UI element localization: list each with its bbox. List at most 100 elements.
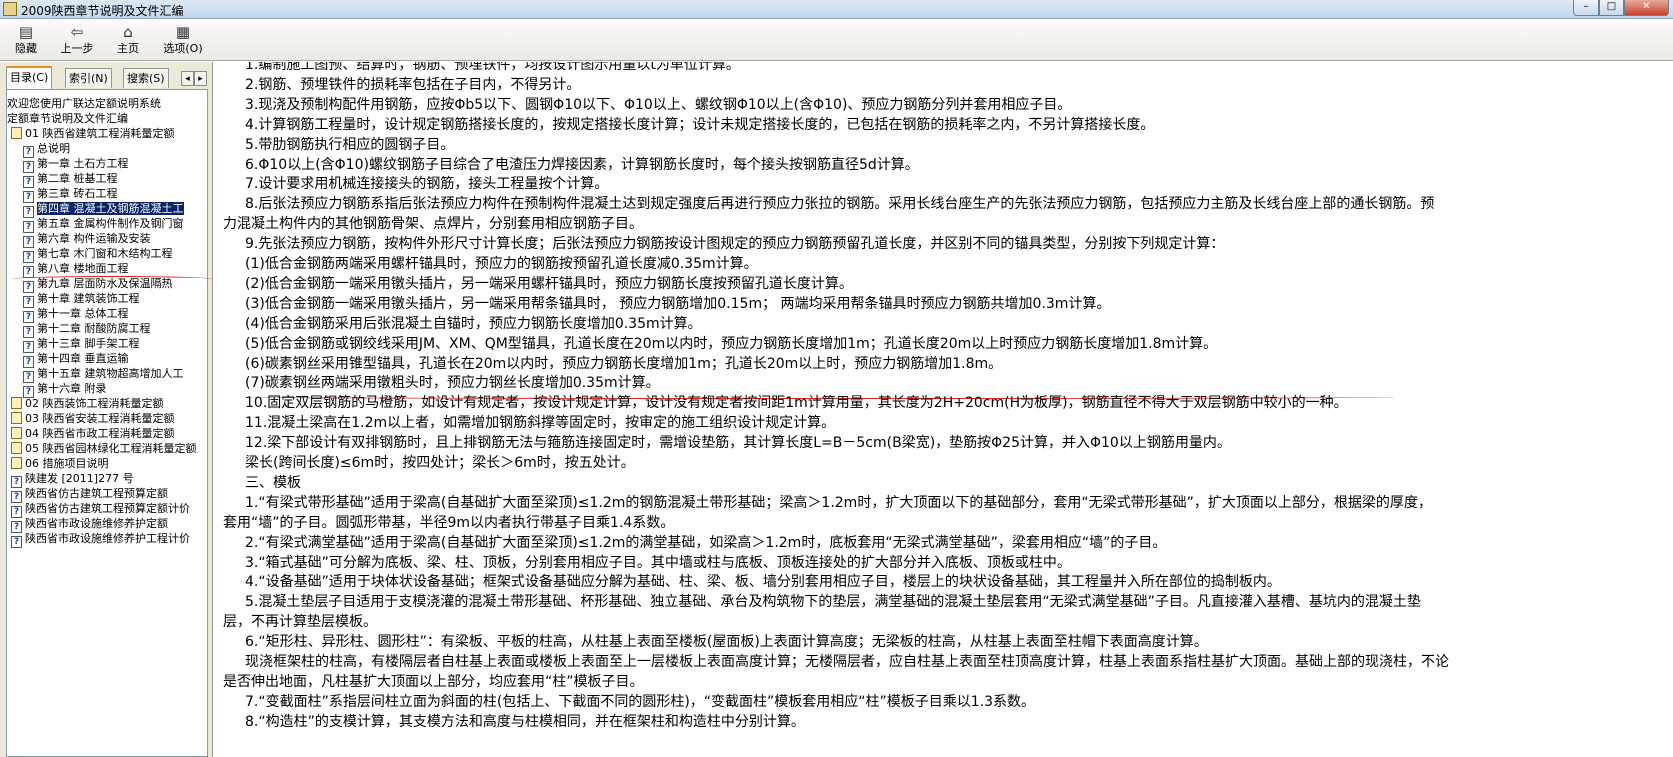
tree-item-label: 定额章节说明及文件汇编 [7,112,128,125]
tree-item-label: 第十六章 附录 [37,382,107,395]
maximize-button[interactable]: □ [1599,0,1624,16]
tree-item[interactable]: 01 陕西省建筑工程消耗量定额 [11,126,175,141]
tree-item-label: 陕西省市政设施维修养护定额 [25,517,168,530]
tree-item-label: 第十二章 耐酸防腐工程 [37,322,151,335]
content-line: 1.编制施工图预、结算时，钢筋、预埋铁件，均按设计图示用量以t为单位计算。 [245,62,740,73]
tree-item[interactable]: ? 陕西省市政设施维修养护工程计价 [11,531,190,548]
tree-item[interactable]: 03 陕西省安装工程消耗量定额 [11,411,175,426]
tab-index[interactable]: 索引(N) [65,68,112,88]
tree-item[interactable]: 06 措施项目说明 [11,456,109,471]
tree-item[interactable]: ? 陕西省仿古建筑工程预算定额 [11,486,168,503]
home-icon: ⌂ [123,23,133,41]
tree-item-label: 第七章 木门窗和木结构工程 [37,247,173,260]
content-line: (6)碳素钢丝采用锥型锚具，孔道长在20m以内时，预应力钢筋长度增加1m；孔道长… [245,355,1003,372]
tree-item-label: 02 陕西装饰工程消耗量定额 [25,397,164,410]
tree-item-label: 陕西省仿古建筑工程预算定额 [25,487,168,500]
toolbar: ▤ 隐藏 ⇦ 上一步 ⌂ 主页 ▦ 选项(O) [0,19,1673,61]
tree-item[interactable]: ? 第十五章 建筑物超高增加人工 [23,366,184,383]
tree-item[interactable]: 欢迎您使用广联达定额说明系统 [7,96,161,111]
tree-item-label: 陕西省市政设施维修养护工程计价 [25,532,190,545]
tree-item[interactable]: ? 总说明 [23,141,70,158]
content-line: 10.固定双层钢筋的马橙筋，如设计有规定者，按设计规定计算，设计没有规定者按间距… [245,395,1348,412]
options-icon: ▦ [175,23,191,41]
tree-item[interactable]: ? 第六章 构件运输及安装 [23,231,151,248]
content-line: 2.“有梁式满堂基础”适用于梁高(自基础扩大面至梁顶)≤1.2m的满堂基础，如梁… [245,534,1167,551]
tree-item[interactable]: ? 陕建发 [2011]277 号 [11,471,134,488]
book-icon [11,412,22,424]
content-line: 梁长(跨间长度)≤6m时，按四处计；梁长＞6m时，按五处计。 [245,455,635,471]
book-icon [11,427,22,439]
tab-scroll-right-icon[interactable]: ▸ [194,71,207,86]
content-line: 层，不再计算垫层模板。 [223,614,377,631]
close-button[interactable]: ✕ [1624,0,1669,16]
tree-item[interactable]: ? 第十六章 附录 [23,381,107,398]
content-line: 4.计算钢筋工程量时，设计规定钢筋搭接长度的，按规定搭接长度计算；设计未规定搭接… [245,116,1155,133]
tree-item-label: 03 陕西省安装工程消耗量定额 [25,412,175,425]
tree-item[interactable]: ? 陕西省市政设施维修养护定额 [11,516,168,533]
options-button-label: 选项(O) [163,42,203,55]
content-line: 2.钢筋、预埋铁件的损耗率包括在子目内，不得另计。 [245,76,581,93]
content-line: (2)低合金钢筋一端采用镦头插片，另一端采用螺杆锚具时，预应力钢筋长度按预留孔道… [245,275,853,292]
tree-item[interactable]: ? 第四章 混凝土及钢筋混凝土工 [23,201,184,218]
tree-item[interactable]: ? 第十四章 垂直运输 [23,351,129,368]
tree-item-label: 04 陕西省市政工程消耗量定额 [25,427,175,440]
content-line: 力混凝土构件内的其他钢筋骨架、点焊片，分别套用相应钢筋子目。 [223,216,643,233]
tree-item-label: 第十三章 脚手架工程 [37,337,140,350]
help-page-icon: ? [11,536,22,548]
tab-contents[interactable]: 目录(C) [6,66,53,89]
tree-item[interactable]: 定额章节说明及文件汇编 [7,111,128,126]
tree-item[interactable]: ? 第五章 金属构件制作及钢门窗 [23,216,184,233]
tree-item-label: 陕建发 [2011]277 号 [25,472,134,485]
tree-item-label: 总说明 [37,142,70,155]
tree-item[interactable]: ? 第十章 建筑装饰工程 [23,291,140,308]
options-button[interactable]: ▦ 选项(O) [157,22,209,58]
content-line: 是否伸出地面，凡柱基扩大顶面以上部分，均应套用“柱”模板子目。 [223,673,644,690]
content-line: (4)低合金钢筋采用后张混凝土自锚时，预应力钢筋长度增加0.35m计算。 [245,315,702,332]
title-bar[interactable]: 2009陕西章节说明及文件汇编 – □ ✕ [0,0,1673,22]
tree-item[interactable]: 02 陕西装饰工程消耗量定额 [11,396,164,411]
back-button[interactable]: ⇦ 上一步 [51,22,103,58]
tree-item-label: 第十一章 总体工程 [37,307,129,320]
home-button[interactable]: ⌂ 主页 [102,22,154,58]
tree-item[interactable]: ? 陕西省仿古建筑工程预算定额计价 [11,501,190,518]
hide-icon: ▤ [18,23,34,41]
contents-tree[interactable]: 欢迎您使用广联达定额说明系统 定额章节说明及文件汇编 01 陕西省建筑工程消耗量定额… [6,89,208,757]
content-line: 现浇框架柱的柱高，有楼隔层者自柱基上表面或楼板上表面至上一层楼板上表面高度计算；… [245,654,1449,670]
tree-item[interactable]: 05 陕西省园林绿化工程消耗量定额 [11,441,197,456]
content-line: 9.先张法预应力钢筋，按构件外形尺寸计算长度；后张法预应力钢筋按设计图规定的预应… [245,236,1225,253]
book-icon [11,397,22,409]
tree-item-label: 第十章 建筑装饰工程 [37,292,140,305]
content-line: (7)碳素钢丝两端采用镦粗头时，预应力钢丝长度增加0.35m计算。 [245,375,660,392]
hide-button-label: 隐藏 [15,42,37,55]
content-line: 7.“变截面柱”系指层间柱立面为斜面的柱(包括上、下截面不同的圆形柱)，“变截面… [245,693,1036,710]
tree-item[interactable]: ? 第七章 木门窗和木结构工程 [23,246,173,263]
tree-item-label: 06 措施项目说明 [25,457,109,470]
tree-item-label: 第六章 构件运输及安装 [37,232,151,245]
tree-item-label: 第三章 砖石工程 [37,187,118,200]
back-button-label: 上一步 [60,42,94,55]
tab-search[interactable]: 搜索(S) [123,68,169,88]
tab-scroll-left-icon[interactable]: ◂ [181,71,194,86]
content-line: 三、模板 [245,474,301,491]
home-button-label: 主页 [117,42,139,55]
tree-item[interactable]: ? 第三章 砖石工程 [23,186,118,203]
tree-item[interactable]: ? 第二章 桩基工程 [23,171,118,188]
document-content[interactable]: 1.编制施工图预、结算时，钢筋、预埋铁件，均按设计图示用量以t为单位计算。 2.钢… [214,62,1673,757]
content-line: 6.“矩形柱、异形柱、圆形柱”：有梁板、平板的柱高，从柱基上表面至楼板(屋面板)… [245,634,1208,651]
content-line: 4.“设备基础”适用于块体状设备基础；框架式设备基础应分解为基础、柱、梁、板、墙… [245,574,1281,591]
content-line: 8.后张法预应力钢筋系指后张法预应力构件在预制构件混凝土达到规定强度后再进行预应… [245,196,1435,213]
book-icon [11,442,22,454]
tree-item[interactable]: 04 陕西省市政工程消耗量定额 [11,426,175,441]
content-line: 6.Φ10以上(含Φ10)螺纹钢筋子目综合了电渣压力焊接因素，计算钢筋长度时，每… [245,156,919,173]
tree-item-label: 第十五章 建筑物超高增加人工 [37,367,184,380]
tree-item[interactable]: ? 第十一章 总体工程 [23,306,129,323]
tree-item[interactable]: ? 第十二章 耐酸防腐工程 [23,321,151,338]
tree-item[interactable]: ? 第一章 土石方工程 [23,156,129,173]
tree-item[interactable]: ? 第十三章 脚手架工程 [23,336,140,353]
content-line: 8.“构造柱”的支模计算，其支模方法和高度与柱模相同，并在框架柱和构造柱中分别计… [245,713,805,730]
nav-tabs: 目录(C) 索引(N) 搜索(S) ◂ ▸ [3,66,211,89]
tree-item[interactable]: ? 第八章 楼地面工程 [23,261,129,278]
tree-item-label: 05 陕西省园林绿化工程消耗量定额 [25,442,197,455]
minimize-button[interactable]: – [1573,0,1599,16]
hide-button[interactable]: ▤ 隐藏 [0,22,52,58]
